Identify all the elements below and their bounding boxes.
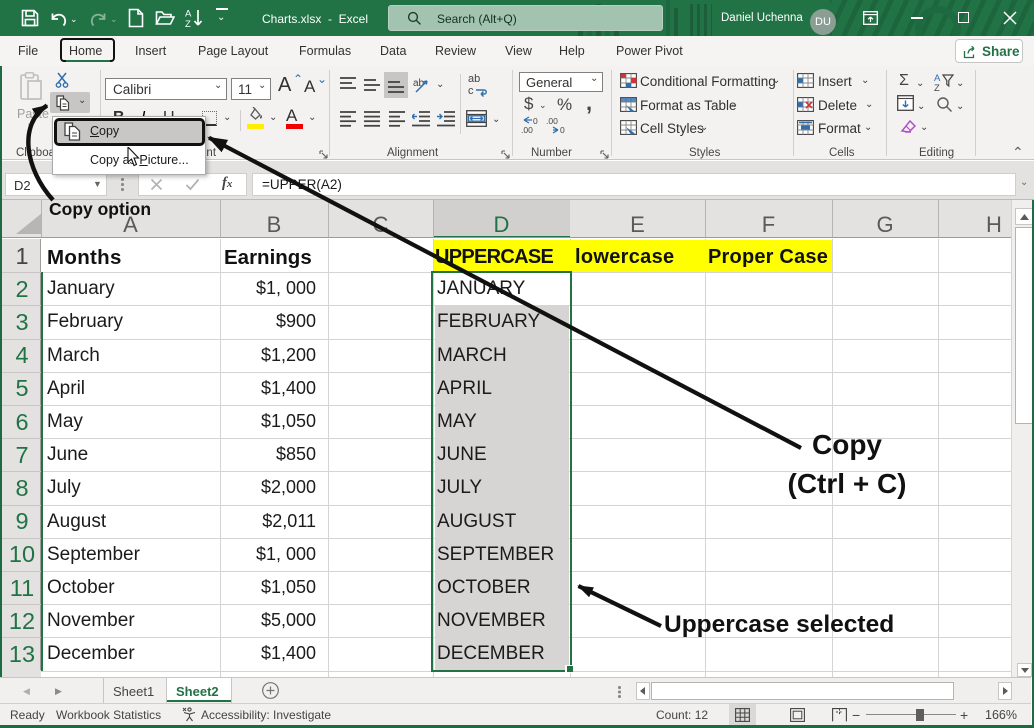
svg-text:A: A (185, 9, 192, 20)
svg-text:ab: ab (413, 78, 425, 89)
svg-text:Z: Z (934, 83, 940, 92)
svg-text:0: 0 (533, 116, 538, 126)
svg-text:Z: Z (185, 19, 191, 28)
svg-text:ab: ab (468, 73, 480, 85)
svg-text:0: 0 (560, 125, 565, 134)
svg-text:.00: .00 (546, 116, 558, 126)
svg-text:.00: .00 (521, 125, 533, 134)
svg-text:c: c (468, 85, 474, 97)
